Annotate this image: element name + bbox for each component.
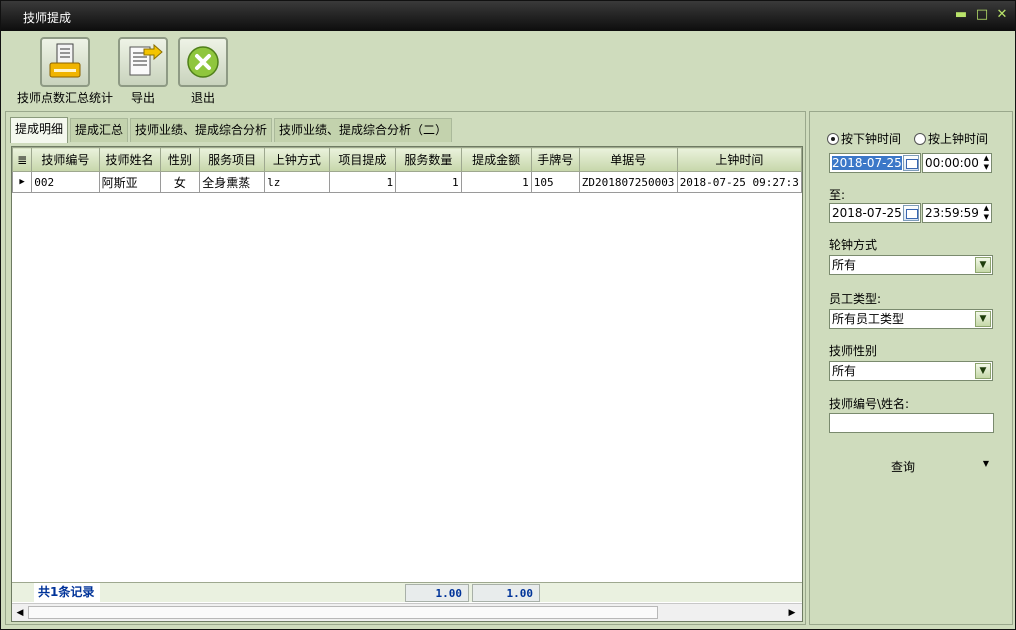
cell-hand-tag[interactable]: 105 (530, 171, 580, 193)
summary-stats-label: 技师点数汇总统计 (16, 91, 113, 105)
exit-label: 退出 (190, 91, 215, 105)
printer-icon (40, 37, 90, 87)
main-window: 技师提成 ▬ □ ✕ 技师点数汇总统计 导出 退出 提成明细 提成汇总 技师业绩… (0, 0, 1016, 630)
query-button-label: 查询 (891, 460, 916, 474)
tech-gender-select[interactable]: 所有 ▼ (829, 361, 993, 381)
to-label: 至: (829, 188, 846, 202)
radio-by-start-time[interactable]: 按上钟时间 (914, 130, 988, 147)
tab-commission-summary[interactable]: 提成汇总 (70, 118, 129, 142)
dropdown-arrow-icon[interactable]: ▼ (983, 459, 989, 468)
export-icon (118, 37, 168, 87)
minimize-icon[interactable]: ▬ (954, 8, 968, 22)
tech-id-name-input[interactable] (829, 413, 994, 433)
cell-item-commission[interactable]: 1 (328, 171, 397, 193)
radio-unchecked-icon (914, 133, 926, 145)
col-header-commission-amount[interactable]: 提成金额 (460, 147, 532, 172)
export-label: 导出 (130, 91, 155, 105)
date-to-field[interactable]: 2018-07-25 (829, 203, 921, 223)
close-icon[interactable]: ✕ (995, 8, 1009, 22)
spinner-icon[interactable]: ▲ ▼ (984, 204, 989, 222)
employee-type-select[interactable]: 所有员工类型 ▼ (829, 309, 993, 329)
time-to-field[interactable]: 23:59:59 ▲ ▼ (922, 203, 992, 223)
cell-shift-mode[interactable]: lz (264, 171, 330, 193)
window-title: 技师提成 (23, 11, 72, 25)
cell-tech-name[interactable]: 阿斯亚 (98, 171, 161, 193)
tab-performance-analysis-2[interactable]: 技师业绩、提成综合分析（二） (274, 118, 453, 142)
radio-by-end-time[interactable]: 按下钟时间 (827, 130, 901, 147)
spinner-icon[interactable]: ▲ ▼ (984, 154, 989, 172)
scroll-left-icon[interactable]: ◀ (13, 606, 27, 620)
time-to-value: 23:59:59 (925, 206, 979, 220)
maximize-icon[interactable]: □ (975, 8, 989, 22)
employee-type-value: 所有员工类型 (832, 312, 905, 326)
col-header-service-qty[interactable]: 服务数量 (395, 147, 462, 172)
tech-id-name-label: 技师编号\姓名: (829, 397, 910, 411)
exit-button[interactable]: 退出 (177, 37, 229, 106)
tab-commission-detail[interactable]: 提成明细 (10, 117, 69, 143)
date-to-value: 2018-07-25 (832, 206, 902, 220)
exit-icon (178, 37, 228, 87)
query-button[interactable]: 查询 ▼ (829, 456, 993, 476)
title-bar: 技师提成 ▬ □ ✕ (1, 1, 1015, 31)
commission-grid[interactable]: ≣ 技师编号 技师姓名 性别 服务项目 上钟方式 项目提成 服务数量 提成金额 … (11, 146, 803, 622)
sum-service-qty: 1.00 (405, 584, 469, 602)
horizontal-scrollbar[interactable]: ◀ ▶ (12, 603, 802, 621)
date-from-field[interactable]: 2018-07-25 (829, 153, 921, 173)
row-selector-icon[interactable]: ≣ (12, 147, 33, 172)
shift-mode-value: 所有 (832, 258, 857, 272)
tech-gender-label: 技师性别 (829, 344, 878, 358)
shift-mode-select[interactable]: 所有 ▼ (829, 255, 993, 275)
cell-start-time[interactable]: 2018-07-25 09:27:3 (676, 171, 802, 193)
filter-panel: 按下钟时间 按上钟时间 2018-07-25 00:00:00 ▲ ▼ 至: 20… (809, 111, 1013, 625)
radio-by-end-time-label: 按下钟时间 (841, 132, 902, 146)
calendar-icon[interactable] (903, 155, 919, 171)
col-header-tech-name[interactable]: 技师姓名 (98, 147, 161, 172)
table-row[interactable]: ▶ 002 阿斯亚 女 全身熏蒸 lz 1 1 1 105 ZD20180725… (12, 171, 802, 193)
cell-service[interactable]: 全身熏蒸 (199, 171, 266, 193)
radio-by-start-time-label: 按上钟时间 (928, 132, 989, 146)
date-from-value: 2018-07-25 (832, 156, 902, 170)
col-header-gender[interactable]: 性别 (159, 147, 201, 172)
grid-table: ≣ 技师编号 技师姓名 性别 服务项目 上钟方式 项目提成 服务数量 提成金额 … (12, 147, 802, 193)
chevron-down-icon[interactable]: ▼ (975, 363, 991, 379)
shift-mode-label: 轮钟方式 (829, 238, 878, 252)
chevron-down-icon[interactable]: ▼ (975, 311, 991, 327)
cell-order-no[interactable]: ZD201807250003 (578, 171, 678, 193)
grid-footer: 共1条记录 1.00 1.00 (12, 582, 802, 602)
calendar-icon[interactable] (903, 205, 919, 221)
time-from-value: 00:00:00 (925, 156, 979, 170)
col-header-order-no[interactable]: 单据号 (578, 147, 678, 172)
tab-performance-analysis[interactable]: 技师业绩、提成综合分析 (130, 118, 273, 142)
time-from-field[interactable]: 00:00:00 ▲ ▼ (922, 153, 992, 173)
tech-gender-value: 所有 (832, 364, 857, 378)
employee-type-label: 员工类型: (829, 292, 882, 306)
detail-panel: 提成明细 提成汇总 技师业绩、提成综合分析 技师业绩、提成综合分析（二） ≣ 技… (5, 111, 806, 625)
col-header-start-time[interactable]: 上钟时间 (676, 147, 802, 172)
scroll-right-icon[interactable]: ▶ (785, 606, 799, 620)
record-count: 共1条记录 (34, 583, 100, 602)
cell-commission-amount[interactable]: 1 (460, 171, 532, 193)
cell-tech-id[interactable]: 002 (31, 171, 100, 193)
col-header-item-commission[interactable]: 项目提成 (328, 147, 397, 172)
cell-service-qty[interactable]: 1 (395, 171, 462, 193)
col-header-shift-mode[interactable]: 上钟方式 (264, 147, 330, 172)
grid-header-row: ≣ 技师编号 技师姓名 性别 服务项目 上钟方式 项目提成 服务数量 提成金额 … (12, 147, 802, 172)
col-header-tech-id[interactable]: 技师编号 (31, 147, 100, 172)
radio-checked-icon (827, 133, 839, 145)
cell-gender[interactable]: 女 (159, 171, 201, 193)
export-button[interactable]: 导出 (117, 37, 169, 106)
col-header-service[interactable]: 服务项目 (199, 147, 266, 172)
col-header-hand-tag[interactable]: 手牌号 (530, 147, 580, 172)
row-indicator-icon: ▶ (12, 171, 33, 193)
sum-commission-amount: 1.00 (472, 584, 540, 602)
chevron-down-icon[interactable]: ▼ (975, 257, 991, 273)
scroll-thumb[interactable] (28, 606, 658, 619)
summary-stats-button[interactable]: 技师点数汇总统计 (15, 37, 115, 106)
toolbar: 技师点数汇总统计 导出 退出 (5, 33, 1011, 109)
